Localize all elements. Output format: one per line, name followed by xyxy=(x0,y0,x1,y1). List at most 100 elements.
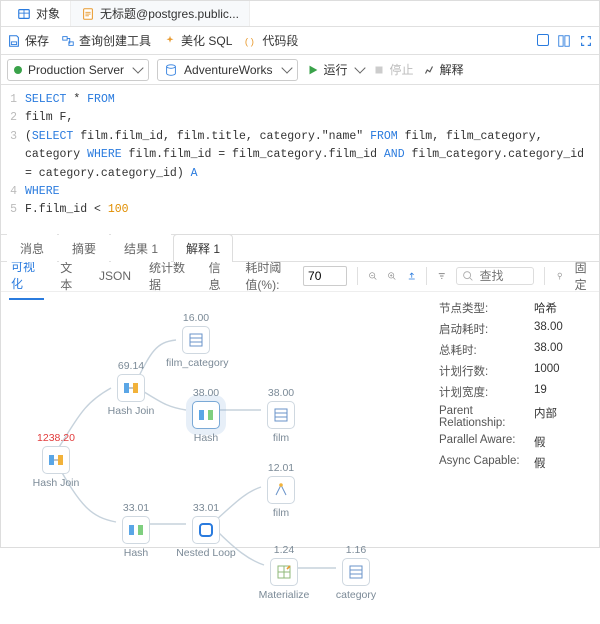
explain-button[interactable]: 解释 xyxy=(422,61,464,78)
search-input[interactable] xyxy=(479,269,529,283)
threshold-label: 耗时阈值(%): xyxy=(245,259,293,293)
plan-node-category[interactable]: 1.16 category xyxy=(326,544,386,601)
layout-split-icon[interactable] xyxy=(557,34,571,48)
layout-controls xyxy=(537,34,593,48)
save-button[interactable]: 保存 xyxy=(7,32,49,49)
plan-node-filmcategory[interactable]: 16.00 film_category xyxy=(166,312,226,369)
stop-icon xyxy=(372,63,386,77)
plan-node-materialize[interactable]: 1.24 Materialize xyxy=(254,544,314,601)
run-label: 运行 xyxy=(324,61,348,78)
plan-node-hashjoin[interactable]: 69.14 Hash Join xyxy=(101,360,161,417)
code-line: film F, xyxy=(25,109,591,127)
code-line: WHERE xyxy=(25,183,591,201)
threshold-input[interactable] xyxy=(303,266,347,286)
prop-value: 1000 xyxy=(534,363,560,379)
query-file-icon xyxy=(81,7,95,21)
layout-single-icon[interactable] xyxy=(537,34,549,46)
node-label: Nested Loop xyxy=(176,547,236,559)
nestedloop-icon xyxy=(197,521,215,539)
play-icon xyxy=(306,63,320,77)
plan-canvas[interactable]: 1238.20 Hash Join 69.14 Hash Join 16.00 … xyxy=(1,292,429,624)
export-icon[interactable] xyxy=(407,269,417,283)
node-cost: 1.24 xyxy=(254,544,314,556)
tab-untitled-query[interactable]: 无标题@postgres.public... xyxy=(71,1,250,26)
server-select[interactable]: Production Server xyxy=(7,59,149,81)
prop-key: 计划宽度: xyxy=(439,384,534,400)
code-line: F.film_id < 100 xyxy=(25,201,591,219)
search-icon xyxy=(461,269,475,283)
prop-key: Async Capable: xyxy=(439,455,534,471)
sql-editor[interactable]: 1SELECT * FROM 2film F, 3(SELECT film.fi… xyxy=(1,85,599,234)
tab-summary[interactable]: 摘要 xyxy=(59,234,109,262)
query-builder-label: 查询创建工具 xyxy=(79,32,151,49)
plan-node-hash-selected[interactable]: 38.00 Hash xyxy=(176,387,236,444)
node-label: Hash xyxy=(106,547,166,559)
search-field[interactable] xyxy=(456,267,534,285)
hash-icon xyxy=(197,406,215,424)
plan-node-film2[interactable]: 12.01 film xyxy=(251,462,311,519)
node-cost: 12.01 xyxy=(251,462,311,474)
stop-label: 停止 xyxy=(390,61,414,78)
node-cost: 33.01 xyxy=(176,502,236,514)
prop-key: Parent Relationship: xyxy=(439,405,534,429)
database-select[interactable]: AdventureWorks xyxy=(157,59,297,81)
node-label: film xyxy=(251,432,311,444)
explain-canvas-area: 1238.20 Hash Join 69.14 Hash Join 16.00 … xyxy=(1,292,599,624)
plan-node-nestedloop[interactable]: 33.01 Nested Loop xyxy=(176,502,236,559)
explain-toolbar: 耗时阈值(%): 固定 xyxy=(245,259,591,293)
line-number: 1 xyxy=(9,91,25,109)
save-label: 保存 xyxy=(25,32,49,49)
svg-text:( ): ( ) xyxy=(245,36,254,47)
plan-node-film1[interactable]: 38.00 film xyxy=(251,387,311,444)
run-button[interactable]: 运行 xyxy=(306,61,364,78)
filter-icon[interactable] xyxy=(437,269,447,283)
pin-icon[interactable] xyxy=(555,269,565,283)
tab-objects[interactable]: 对象 xyxy=(7,1,71,26)
line-number: 4 xyxy=(9,183,25,201)
result-tabs: 消息 摘要 结果 1 解释 1 xyxy=(1,234,599,262)
fullscreen-icon[interactable] xyxy=(579,34,593,48)
prop-key: 计划行数: xyxy=(439,363,534,379)
table-scan-icon xyxy=(347,563,365,581)
node-cost: 38.00 xyxy=(251,387,311,399)
code-icon: ( ) xyxy=(244,34,258,48)
explain-label: 解释 xyxy=(440,61,464,78)
node-label: Hash Join xyxy=(101,405,161,417)
materialize-icon xyxy=(275,563,293,581)
code-line: SELECT * FROM xyxy=(25,91,591,109)
toolbar: 保存 查询创建工具 美化 SQL ( ) 代码段 xyxy=(1,27,599,55)
node-label: Hash Join xyxy=(26,477,86,489)
tab-explain-1[interactable]: 解释 1 xyxy=(173,234,233,262)
document-tabs: 对象 无标题@postgres.public... xyxy=(1,1,599,27)
hashjoin-icon xyxy=(122,379,140,397)
status-dot-icon xyxy=(14,66,22,74)
chevron-down-icon xyxy=(281,62,292,73)
hashjoin-icon xyxy=(47,451,65,469)
tab-result-1[interactable]: 结果 1 xyxy=(111,234,171,262)
prop-key: Parallel Aware: xyxy=(439,434,534,450)
prop-key: 节点类型: xyxy=(439,300,534,316)
query-builder-button[interactable]: 查询创建工具 xyxy=(61,32,151,49)
prop-value: 38.00 xyxy=(534,321,563,337)
node-cost: 1.16 xyxy=(326,544,386,556)
node-label: category xyxy=(326,589,386,601)
plan-node-hash-bottom[interactable]: 33.01 Hash xyxy=(106,502,166,559)
code-snippet-button[interactable]: ( ) 代码段 xyxy=(244,32,298,49)
tab-untitled-label: 无标题@postgres.public... xyxy=(100,5,239,22)
node-cost: 69.14 xyxy=(101,360,161,372)
plan-node-hashjoin-root[interactable]: 1238.20 Hash Join xyxy=(26,432,86,489)
table-scan-icon xyxy=(272,406,290,424)
code-line: (SELECT film.film_id, film.title, catego… xyxy=(25,128,591,183)
zoom-out-icon[interactable] xyxy=(368,269,378,283)
chevron-down-icon xyxy=(132,62,143,73)
beautify-sql-button[interactable]: 美化 SQL xyxy=(163,32,232,49)
prop-value: 内部 xyxy=(534,405,557,429)
subtab-json[interactable]: JSON xyxy=(97,263,133,289)
tab-messages[interactable]: 消息 xyxy=(7,234,57,262)
node-properties-panel: 节点类型:哈希 启动耗时:38.00 总耗时:38.00 计划行数:1000 计… xyxy=(429,292,599,624)
zoom-in-icon[interactable] xyxy=(387,269,397,283)
indexscan-icon xyxy=(272,481,290,499)
save-icon xyxy=(7,34,21,48)
node-cost: 1238.20 xyxy=(26,432,86,444)
stop-button[interactable]: 停止 xyxy=(372,61,414,78)
